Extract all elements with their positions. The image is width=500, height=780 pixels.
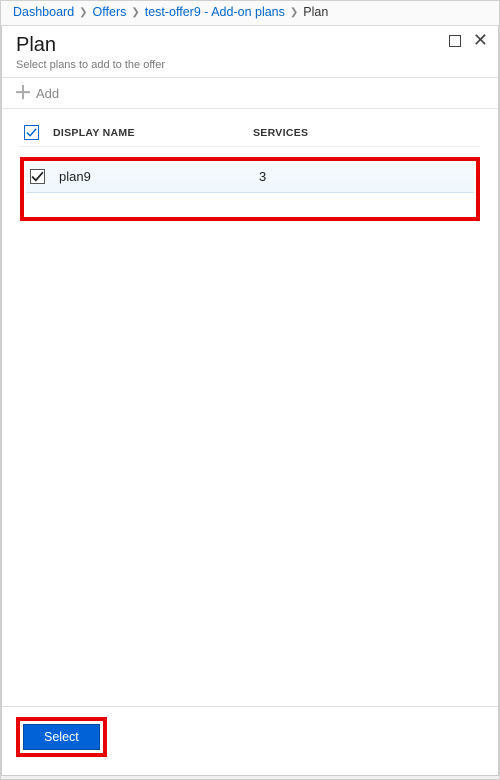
chevron-right-icon: ❯	[130, 7, 140, 18]
chevron-right-icon: ❯	[289, 7, 299, 18]
add-button[interactable]: ＋ Add	[14, 84, 59, 102]
maximize-icon	[449, 35, 461, 47]
footer: Select	[2, 706, 498, 775]
breadcrumb-offers[interactable]: Offers	[93, 5, 127, 19]
col-header-display-name[interactable]: DISPLAY NAME	[53, 127, 253, 139]
breadcrumb-current: Plan	[303, 5, 328, 19]
select-highlight-annotation: Select	[16, 717, 107, 757]
plus-icon: ＋	[14, 84, 32, 102]
row-highlight-annotation: plan9 3	[20, 157, 480, 221]
cell-services: 3	[259, 169, 470, 184]
table-header: DISPLAY NAME SERVICES	[20, 123, 480, 147]
check-icon	[31, 170, 44, 183]
toolbar: ＋ Add	[2, 78, 498, 109]
row-checkbox[interactable]	[30, 169, 45, 184]
cell-display-name: plan9	[59, 169, 259, 184]
panel-header: Plan Select plans to add to the offer ✕	[2, 26, 498, 78]
plan-panel: Plan Select plans to add to the offer ✕ …	[1, 26, 499, 776]
page-subtitle: Select plans to add to the offer	[16, 59, 484, 71]
chevron-right-icon: ❯	[78, 7, 88, 18]
content-area: DISPLAY NAME SERVICES plan9 3	[2, 109, 498, 706]
add-button-label: Add	[36, 86, 59, 101]
select-all-checkbox[interactable]	[24, 125, 39, 140]
table-row[interactable]: plan9 3	[26, 163, 474, 193]
breadcrumb-offer-addon[interactable]: test-offer9 - Add-on plans	[145, 5, 285, 19]
select-button[interactable]: Select	[23, 724, 100, 750]
close-button[interactable]: ✕	[473, 34, 488, 52]
check-icon	[26, 127, 37, 138]
breadcrumb: Dashboard ❯ Offers ❯ test-offer9 - Add-o…	[1, 1, 499, 26]
col-header-services[interactable]: SERVICES	[253, 127, 476, 139]
page-title: Plan	[16, 34, 484, 57]
breadcrumb-dashboard[interactable]: Dashboard	[13, 5, 74, 19]
maximize-button[interactable]	[449, 34, 461, 52]
